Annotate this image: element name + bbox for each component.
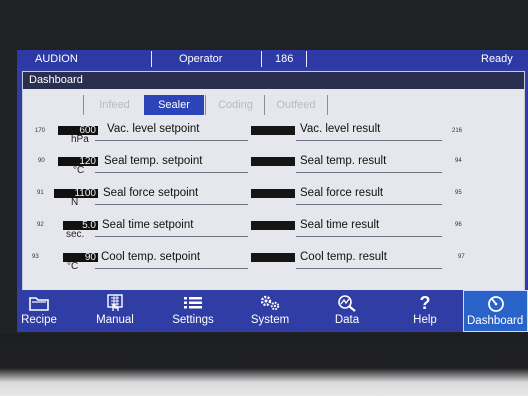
- setpoint-label: Cool temp. setpoint: [101, 251, 201, 263]
- tab-sealer[interactable]: Sealer: [144, 95, 204, 115]
- brand-label: AUDION: [35, 53, 78, 65]
- nav-label: Manual: [96, 314, 134, 326]
- device-bezel-bottom: [0, 334, 528, 396]
- result-label: Seal force result: [300, 187, 384, 199]
- gears-icon: [242, 294, 298, 312]
- result-underline: [296, 236, 442, 237]
- param-row-cool-temp: 93 90 °C Cool temp. setpoint Cool temp. …: [23, 251, 524, 283]
- nav-recipe-button[interactable]: Recipe: [17, 290, 61, 332]
- seal-time-result-value: [251, 221, 295, 230]
- vac-level-result-value: [251, 126, 295, 135]
- nav-label: System: [250, 314, 290, 326]
- user-role-label[interactable]: Operator: [179, 50, 222, 68]
- setpoint-underline: [95, 172, 248, 173]
- result-label: Vac. level result: [300, 123, 381, 135]
- setpoint-underline: [95, 140, 248, 141]
- result-label: Seal temp. result: [300, 155, 387, 167]
- nav-data-button[interactable]: Data: [322, 290, 372, 332]
- nav-settings-button[interactable]: Settings: [163, 290, 223, 332]
- setpoint-underline: [95, 204, 248, 205]
- list-icon: [163, 294, 223, 312]
- seal-temp-result-value: [251, 157, 295, 166]
- cool-temp-result-value: [251, 253, 295, 262]
- unit-label: °C: [67, 261, 79, 272]
- unit-label: N: [71, 197, 79, 208]
- result-index: 97: [458, 254, 465, 260]
- unit-label: hPa: [71, 134, 89, 145]
- panel-title: Dashboard: [23, 72, 524, 89]
- status-divider: [306, 51, 307, 67]
- status-divider: [261, 51, 262, 67]
- unit-label: sec.: [66, 229, 85, 240]
- status-code: 186: [275, 53, 294, 65]
- nav-dashboard-button[interactable]: Dashboard: [463, 290, 528, 332]
- bottom-nav: Recipe Manual Settings System Data ? Hel…: [17, 290, 528, 332]
- folder-icon: [17, 294, 61, 312]
- machine-state: Ready: [481, 53, 513, 65]
- result-underline: [296, 204, 442, 205]
- nav-label: Settings: [172, 314, 214, 326]
- nav-label: Recipe: [21, 314, 57, 326]
- setpoint-underline: [95, 268, 248, 269]
- nav-label: Data: [334, 314, 360, 326]
- tab-infeed[interactable]: Infeed: [83, 95, 145, 115]
- result-underline: [296, 172, 442, 173]
- nav-label: Help: [413, 314, 437, 326]
- seal-force-result-value: [251, 189, 295, 198]
- setpoint-label: Seal time setpoint: [102, 219, 194, 231]
- nav-manual-button[interactable]: Manual: [87, 290, 143, 332]
- status-bar: AUDION Operator 186 Ready: [17, 50, 528, 68]
- param-index: 90: [38, 158, 45, 164]
- param-row-seal-time: 92 5.0 sec. Seal time setpoint Seal time…: [23, 219, 524, 251]
- hand-keypad-icon: [87, 294, 143, 312]
- result-index: 96: [455, 222, 462, 228]
- result-underline: [296, 140, 442, 141]
- result-label: Seal time result: [300, 219, 380, 231]
- gauge-icon: [464, 295, 527, 313]
- tab-outfeed[interactable]: Outfeed: [264, 95, 328, 115]
- result-index: 95: [455, 190, 462, 196]
- result-index: 94: [455, 158, 462, 164]
- result-label: Cool temp. result: [300, 251, 387, 263]
- param-row-vac-level: 170 600 hPa Vac. level setpoint Vac. lev…: [23, 123, 524, 156]
- param-row-seal-temp: 90 120 °C Seal temp. setpoint Seal temp.…: [23, 155, 524, 187]
- setpoint-label: Seal force setpoint: [103, 187, 199, 199]
- result-underline: [296, 268, 442, 269]
- setpoint-underline: [95, 236, 248, 237]
- dashboard-panel: Dashboard Infeed Sealer Coding Outfeed 1…: [22, 71, 525, 293]
- setpoint-label: Seal temp. setpoint: [104, 155, 203, 167]
- param-index: 92: [37, 222, 44, 228]
- unit-label: °C: [73, 165, 85, 176]
- tab-coding[interactable]: Coding: [205, 95, 265, 115]
- nav-label: Dashboard: [467, 315, 524, 327]
- param-index: 91: [37, 190, 44, 196]
- param-index: 93: [32, 254, 39, 260]
- nav-help-button[interactable]: ? Help: [402, 290, 448, 332]
- question-icon: ?: [419, 292, 431, 313]
- param-row-seal-force: 91 1100 N Seal force setpoint Seal force…: [23, 187, 524, 219]
- hmi-screen: AUDION Operator 186 Ready Dashboard Infe…: [17, 50, 528, 332]
- chart-magnifier-icon: [322, 294, 372, 312]
- status-divider: [151, 51, 152, 67]
- result-index: 216: [452, 128, 463, 134]
- param-index: 170: [35, 128, 46, 134]
- setpoint-label: Vac. level setpoint: [107, 123, 200, 135]
- nav-system-button[interactable]: System: [242, 290, 298, 332]
